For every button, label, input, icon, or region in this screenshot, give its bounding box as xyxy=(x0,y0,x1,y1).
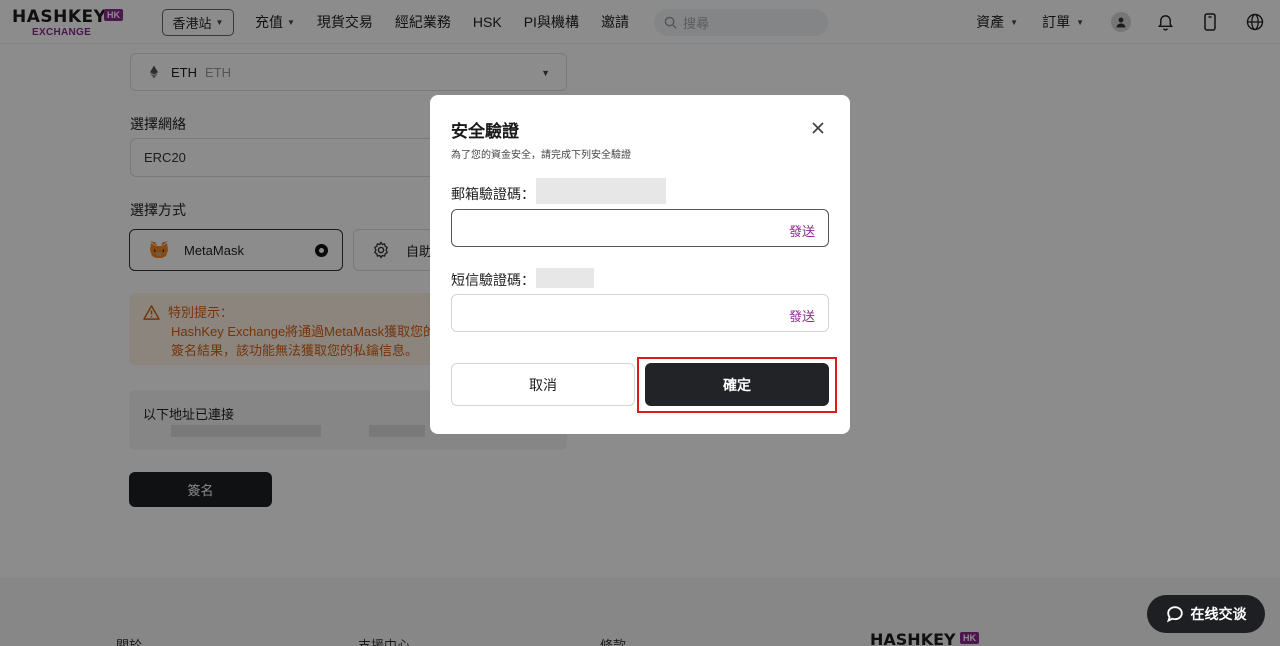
email-code-field[interactable]: 發送 xyxy=(451,209,829,247)
email-code-label: 郵箱驗證碼： xyxy=(451,186,535,202)
chat-label: 在线交谈 xyxy=(1190,606,1247,622)
modal-title: 安全驗證 xyxy=(451,122,519,141)
send-sms-code-button[interactable]: 發送 xyxy=(789,306,815,325)
confirm-button-label: 確定 xyxy=(723,376,751,393)
close-icon[interactable] xyxy=(810,120,826,136)
redacted-email xyxy=(536,178,666,204)
live-chat-button[interactable]: 在线交谈 xyxy=(1147,595,1265,633)
modal-subtitle: 為了您的資金安全，請完成下列安全驗證 xyxy=(451,150,631,161)
chat-bubble-icon xyxy=(1166,606,1183,623)
send-email-code-button[interactable]: 發送 xyxy=(789,221,815,240)
sms-code-field[interactable]: 發送 xyxy=(451,294,829,332)
sms-code-label: 短信驗證碼： xyxy=(451,272,535,288)
cancel-button-label: 取消 xyxy=(529,376,557,393)
security-verification-modal: 安全驗證 為了您的資金安全，請完成下列安全驗證 郵箱驗證碼： 發送 短信驗證碼：… xyxy=(430,95,850,434)
cancel-button[interactable]: 取消 xyxy=(451,363,635,406)
confirm-button[interactable]: 確定 xyxy=(645,363,829,406)
redacted-phone xyxy=(536,268,594,288)
